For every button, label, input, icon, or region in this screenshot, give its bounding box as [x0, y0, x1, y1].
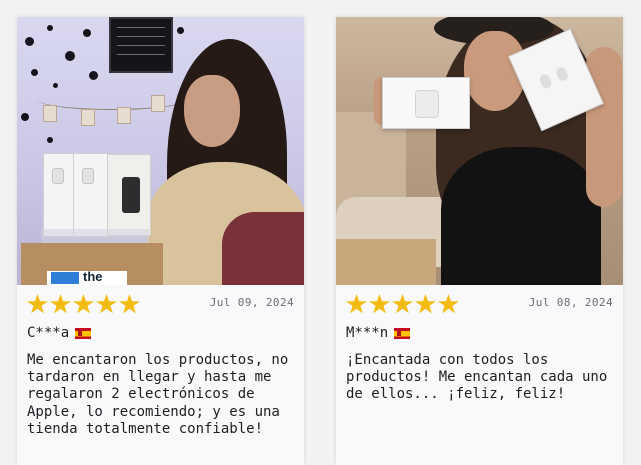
wall-dot	[177, 27, 184, 34]
wall-dot	[89, 71, 98, 80]
product-box	[107, 154, 151, 236]
review-meta: Jul 08, 2024	[336, 285, 623, 315]
author-name: C***a	[27, 325, 70, 341]
review-text: ¡Encantada con todos los productos! Me e…	[346, 352, 608, 403]
wall-dot	[83, 29, 91, 37]
review-meta: Jul 09, 2024	[17, 285, 304, 315]
star-icon	[27, 294, 48, 314]
spain-flag-icon	[394, 327, 411, 339]
wall-dot	[31, 69, 38, 76]
hanging-photo	[43, 105, 57, 122]
author-name: M***n	[346, 325, 389, 341]
spain-flag-icon	[75, 327, 92, 339]
review-text: Me encantaron los productos, no tardaron…	[27, 352, 289, 437]
wall-dot	[25, 37, 34, 46]
review-card[interactable]: the Jul 09, 2024 C***a Me encantaron los…	[17, 17, 304, 465]
cardboard-box	[336, 239, 436, 285]
person-arm	[586, 47, 622, 207]
star-icon	[346, 294, 367, 314]
star-rating	[346, 294, 459, 314]
person-sweater-sleeve	[222, 212, 304, 285]
review-date: Jul 09, 2024	[209, 296, 294, 309]
review-author: C***a	[27, 324, 304, 342]
star-icon	[438, 294, 459, 314]
clapperboard	[109, 17, 173, 73]
star-icon	[96, 294, 117, 314]
review-photo[interactable]: the	[17, 17, 304, 285]
star-icon	[50, 294, 71, 314]
hanging-photo	[81, 109, 95, 126]
review-author: M***n	[346, 324, 623, 342]
review-card[interactable]: Jul 08, 2024 M***n ¡Encantada con todos …	[336, 17, 623, 465]
wall-dot	[47, 25, 53, 31]
hanging-photo	[151, 95, 165, 112]
wall-dot	[47, 137, 53, 143]
review-photo[interactable]	[336, 17, 623, 285]
product-box	[382, 77, 470, 129]
star-icon	[73, 294, 94, 314]
wall-dot	[65, 51, 75, 61]
person-top	[441, 147, 601, 285]
review-date: Jul 08, 2024	[528, 296, 613, 309]
star-icon	[392, 294, 413, 314]
person-face	[184, 75, 240, 147]
star-icon	[415, 294, 436, 314]
star-icon	[119, 294, 140, 314]
star-icon	[369, 294, 390, 314]
star-rating	[27, 294, 140, 314]
wall-dot	[21, 113, 29, 121]
box-label: the	[47, 269, 127, 285]
wall-dot	[53, 83, 58, 88]
hanging-photo	[117, 107, 131, 124]
